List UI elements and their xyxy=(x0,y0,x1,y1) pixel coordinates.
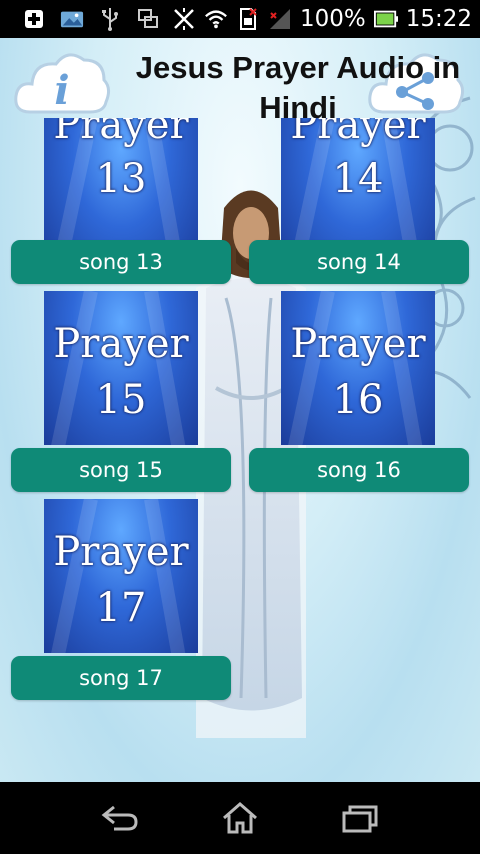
info-button[interactable]: i xyxy=(12,46,112,126)
screen-icon xyxy=(136,7,160,31)
tile-number: 14 xyxy=(332,156,384,202)
tile-word: Prayer xyxy=(53,529,189,575)
gallery-icon xyxy=(60,7,84,31)
tile-word: Prayer xyxy=(53,118,189,148)
svg-text:i: i xyxy=(54,67,69,114)
tile-number: 15 xyxy=(95,377,147,423)
vibrate-icon xyxy=(172,7,196,31)
wifi-icon xyxy=(204,7,228,31)
prayer-16-tile-image[interactable]: Prayer 16 xyxy=(281,291,435,445)
back-icon xyxy=(101,805,138,831)
song-14-button[interactable]: song 14 xyxy=(249,240,469,284)
navigation-bar xyxy=(0,782,480,854)
song-13-button[interactable]: song 13 xyxy=(11,240,231,284)
tile-word: Prayer xyxy=(290,321,426,367)
status-bar: 100% 15:22 xyxy=(0,0,480,38)
tile-number: 13 xyxy=(95,156,147,202)
song-15-button[interactable]: song 15 xyxy=(11,448,231,492)
back-button[interactable] xyxy=(100,800,140,836)
tile-word: Prayer xyxy=(290,118,426,148)
tile-number: 17 xyxy=(95,585,147,631)
page-title: Jesus Prayer Audio in Hindi xyxy=(135,50,461,125)
home-icon xyxy=(223,802,257,834)
tile-word: Prayer xyxy=(53,321,189,367)
home-button[interactable] xyxy=(220,800,260,836)
prayer-17-tile-image[interactable]: Prayer 17 xyxy=(44,499,198,653)
recent-apps-icon xyxy=(342,805,378,833)
app-content: i Jesus Prayer Audio in Hindi Prayer 13 … xyxy=(0,38,480,782)
battery-icon xyxy=(373,7,398,31)
add-icon xyxy=(22,7,46,31)
battery-percent: 100% xyxy=(299,6,366,32)
sim-icon xyxy=(236,7,260,31)
prayer-15-tile-image[interactable]: Prayer 15 xyxy=(44,291,198,445)
info-icon: i xyxy=(14,53,111,114)
usb-icon xyxy=(98,7,122,31)
signal-icon xyxy=(268,7,292,31)
song-16-button[interactable]: song 16 xyxy=(249,448,469,492)
song-17-button[interactable]: song 17 xyxy=(11,656,231,700)
tile-number: 16 xyxy=(332,377,384,423)
clock: 15:22 xyxy=(405,6,472,32)
recent-apps-button[interactable] xyxy=(340,800,380,836)
